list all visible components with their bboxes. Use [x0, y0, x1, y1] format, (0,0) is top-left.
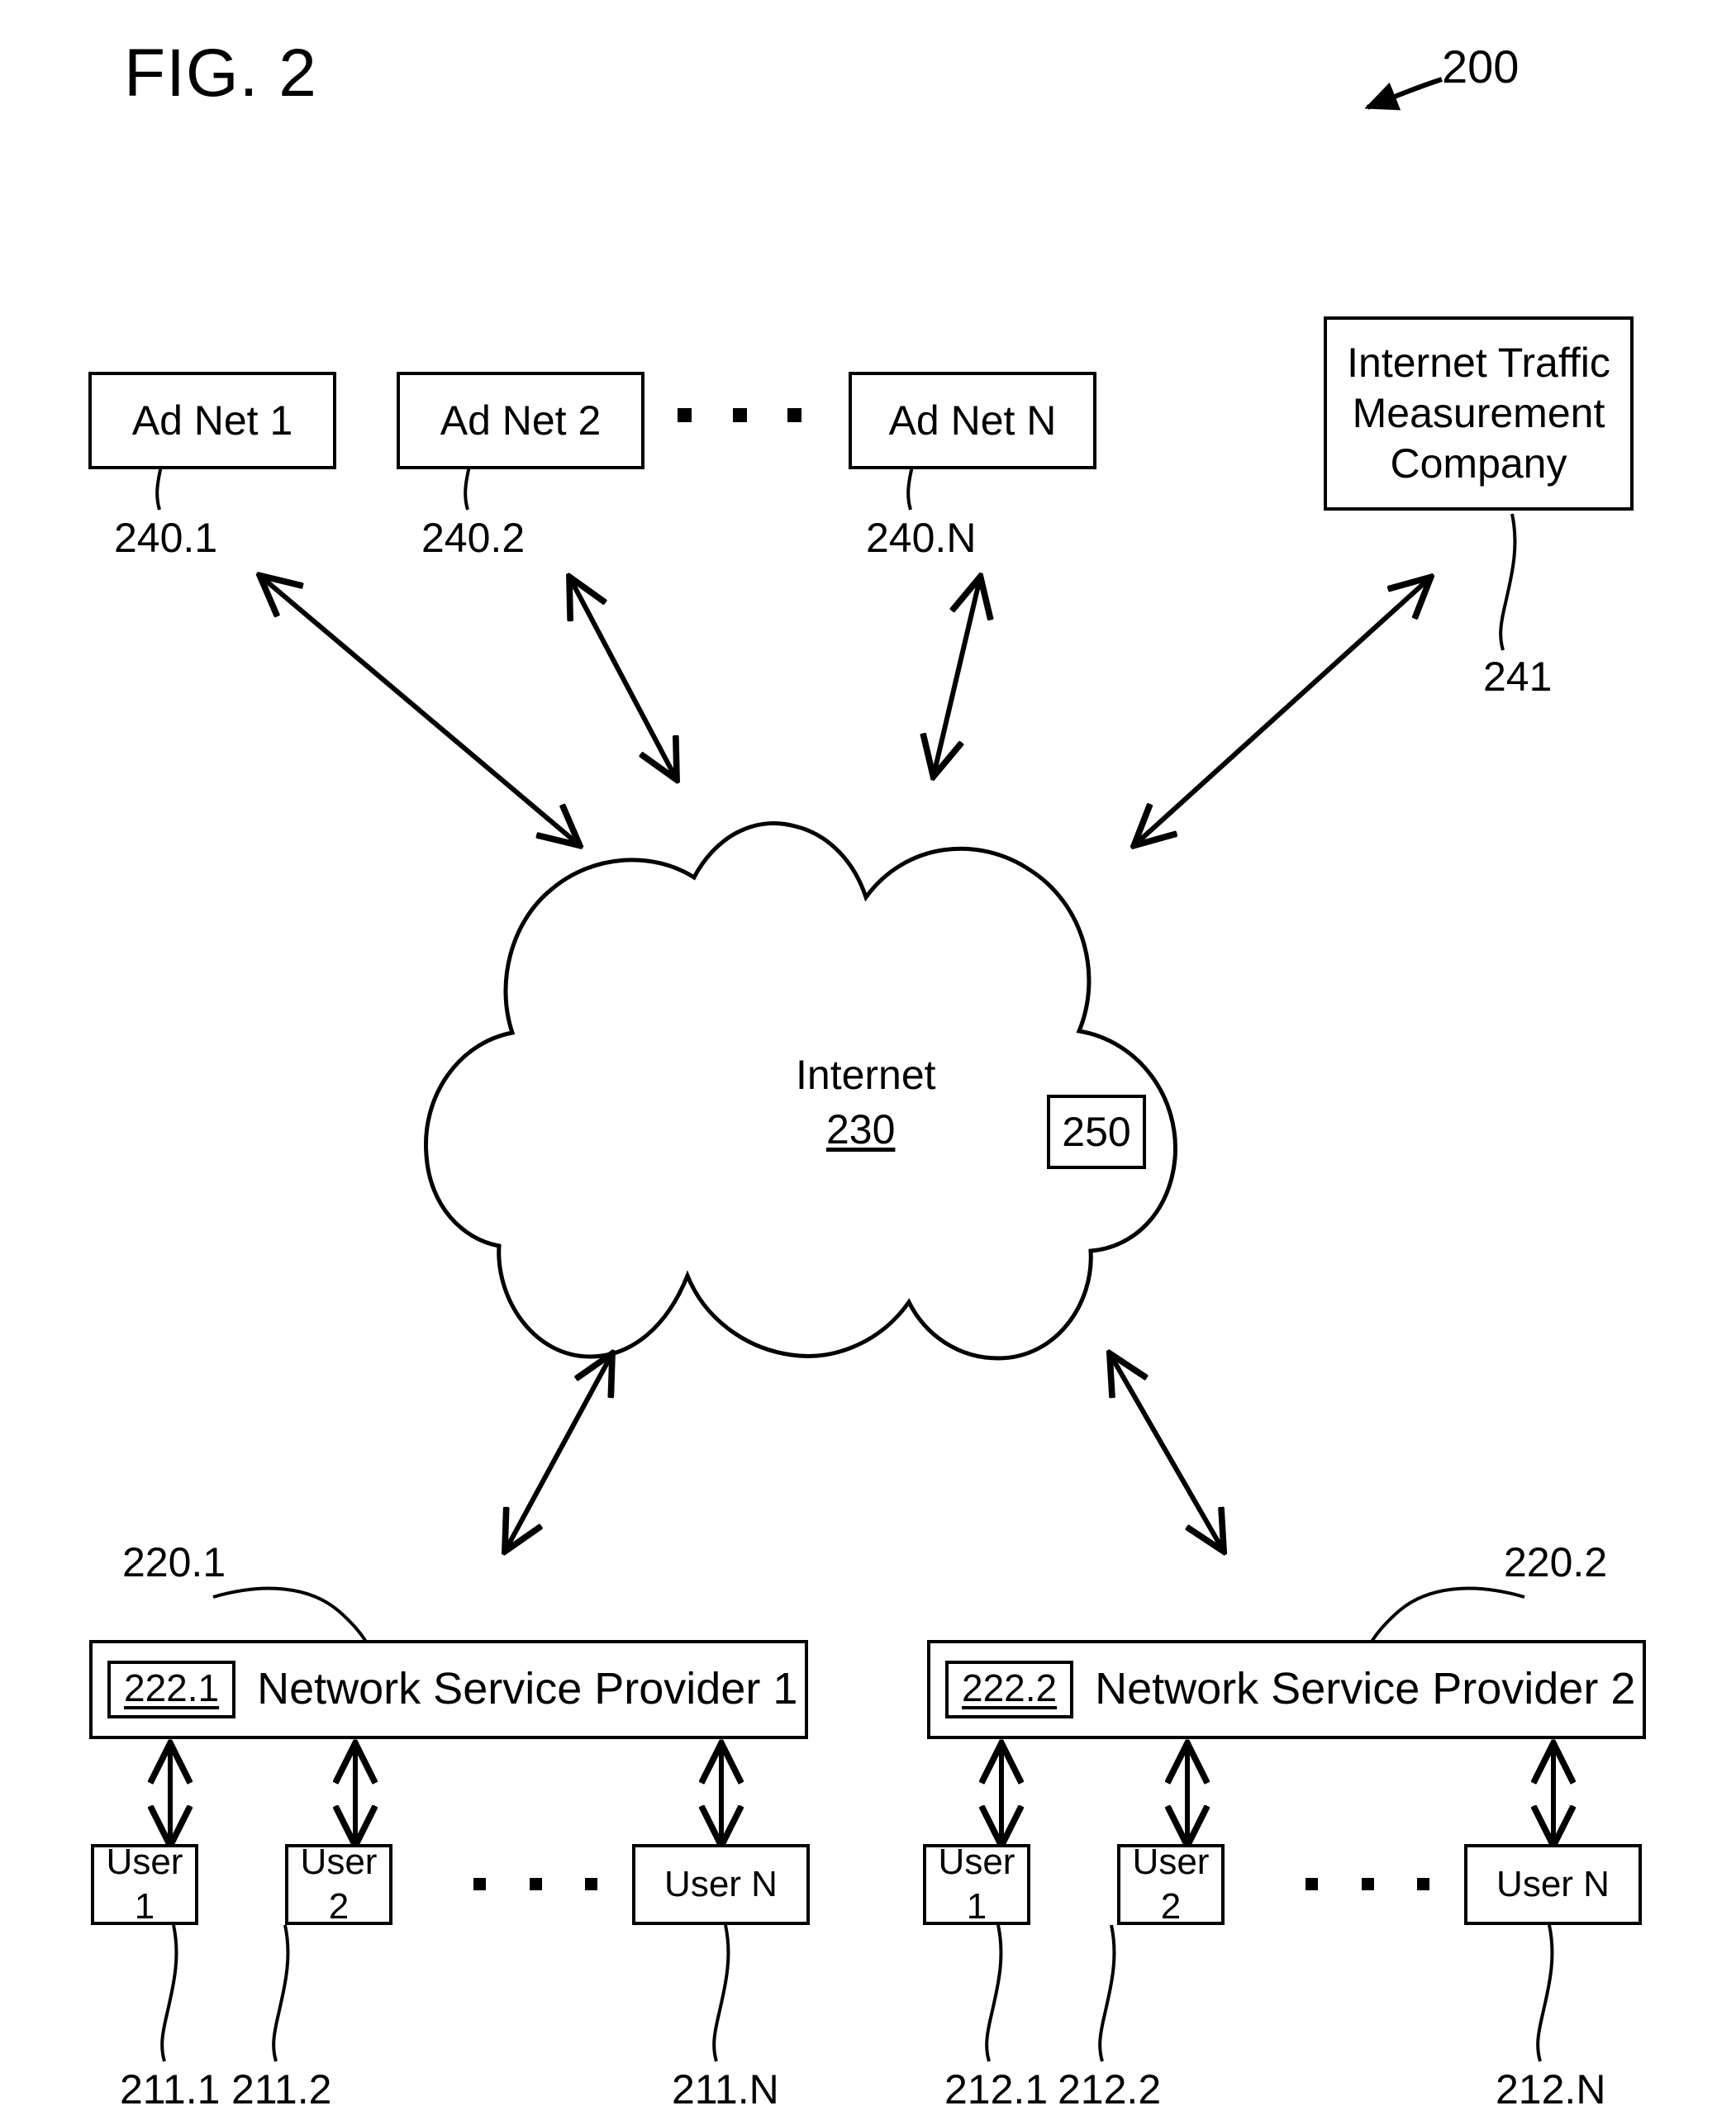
nsp1-user-1-label: User 1 — [106, 1842, 183, 1927]
nsp1-user-1-box[interactable]: User 1 — [91, 1842, 198, 1927]
nsp2-user-1-label: User 1 — [938, 1842, 1015, 1927]
nsp1-user-1-ref: 211.1 — [120, 2066, 221, 2113]
ad-net-1-label: Ad Net 1 — [131, 397, 293, 444]
nsp1-user-n-ref: 211.N — [672, 2066, 779, 2113]
nsp-1-ref: 220.1 — [122, 1539, 226, 1585]
nsp-1-inner-ref-label: 222.1 — [124, 1666, 220, 1709]
system-ref-label: 200 — [1442, 40, 1520, 93]
arrow-adnet1-cloud — [261, 577, 578, 844]
nsp1-user-ellipsis — [473, 1871, 597, 1896]
nsp1-user-2-ref: 211.2 — [231, 2066, 332, 2113]
nsp2-user-2-label: User 2 — [1132, 1842, 1210, 1927]
nsp-2-label: Network Service Provider 2 — [1095, 1664, 1636, 1714]
arrow-itmc-cloud — [1135, 578, 1429, 844]
nsp2-user-2-ref: 212.2 — [1058, 2066, 1162, 2113]
nsp2-user-n-ref: 212.N — [1496, 2066, 1606, 2113]
patent-figure-page: FIG. 2 200 Ad Net 1 240.1 Ad Net 2 240.2… — [0, 0, 1736, 2120]
ad-net-n-ref: 240.N — [866, 515, 977, 561]
ad-net-n-box[interactable]: Ad Net N — [849, 372, 1096, 469]
nsp2-user-n-box[interactable]: User N — [1464, 1844, 1642, 1925]
ad-net-1-box[interactable]: Ad Net 1 — [88, 372, 336, 469]
nsp2-user-2-box[interactable]: User 2 — [1117, 1842, 1225, 1927]
nsp2-user-n-label: User N — [1496, 1864, 1610, 1905]
arrow-adnet-n-cloud — [934, 578, 980, 775]
nsp1-user-2-box[interactable]: User 2 — [285, 1842, 392, 1927]
arrow-adnet2-cloud — [570, 578, 676, 778]
ad-net-ellipsis — [678, 402, 801, 427]
arrow-cloud-nsp1 — [506, 1355, 611, 1550]
ad-net-n-label: Ad Net N — [888, 397, 1057, 444]
nsp-2-ref: 220.2 — [1504, 1539, 1608, 1585]
itmc-line-3: Company — [1390, 440, 1567, 487]
nsp-1-label: Network Service Provider 1 — [257, 1664, 798, 1714]
cloud-inner-250-box[interactable]: 250 — [1047, 1095, 1146, 1169]
itmc-line-2: Measurement — [1352, 390, 1605, 436]
ad-net-2-label: Ad Net 2 — [440, 397, 602, 444]
itmc-ref: 241 — [1483, 654, 1553, 700]
network-service-provider-1-bar[interactable]: 222.1 Network Service Provider 1 — [89, 1640, 808, 1739]
nsp2-user-ellipsis — [1306, 1871, 1429, 1896]
nsp2-user-1-ref: 212.1 — [944, 2066, 1049, 2113]
nsp2-user-1-box[interactable]: User 1 — [923, 1842, 1030, 1927]
ad-net-1-ref: 240.1 — [114, 515, 218, 561]
ad-net-2-ref: 240.2 — [421, 515, 526, 561]
figure-title: FIG. 2 — [124, 36, 317, 111]
system-ref-pointer-arrow — [1364, 77, 1443, 111]
ad-net-2-box[interactable]: Ad Net 2 — [397, 372, 644, 469]
internet-traffic-measurement-company-box[interactable]: Internet Traffic Measurement Company — [1324, 316, 1634, 511]
nsp1-user-2-label: User 2 — [300, 1842, 378, 1927]
nsp-2-inner-ref-label: 222.2 — [962, 1666, 1058, 1709]
internet-cloud-ref: 230 — [826, 1106, 896, 1153]
arrow-cloud-nsp2 — [1111, 1355, 1223, 1550]
nsp1-user-n-box[interactable]: User N — [632, 1844, 810, 1925]
nsp-2-inner-ref-box[interactable]: 222.2 — [945, 1661, 1074, 1718]
cloud-inner-250-label: 250 — [1062, 1109, 1131, 1155]
internet-cloud-label: Internet — [796, 1052, 936, 1098]
network-service-provider-2-bar[interactable]: 222.2 Network Service Provider 2 — [927, 1640, 1646, 1739]
nsp-1-inner-ref-box[interactable]: 222.1 — [107, 1661, 236, 1718]
nsp1-user-n-label: User N — [664, 1864, 778, 1905]
itmc-line-1: Internet Traffic — [1347, 340, 1610, 386]
